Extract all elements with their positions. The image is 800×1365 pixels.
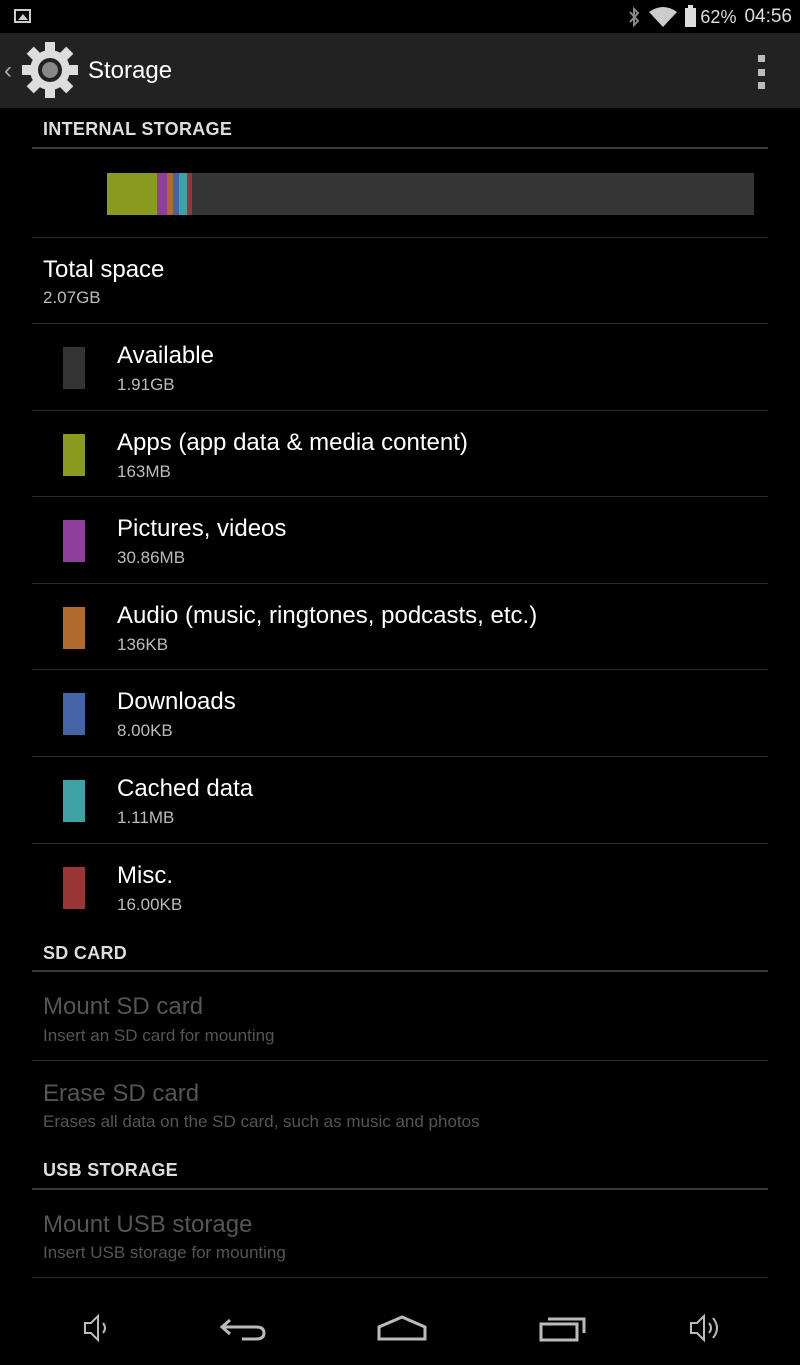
usage-segment-pictures [157,173,168,215]
color-swatch [63,433,85,476]
overflow-dot [758,68,765,76]
color-swatch [63,780,85,822]
settings-gear-icon[interactable] [20,40,80,100]
image-notification-icon [14,9,31,23]
mount-usb-storage-title: Mount USB storage [43,1211,253,1238]
section-divider [32,1188,768,1190]
recent-apps-icon[interactable] [538,1311,588,1345]
storage-item-value: 8.00KB [117,721,173,741]
row-divider [32,409,768,411]
color-swatch [63,520,85,563]
storage-item-title: Misc. [117,861,173,889]
clock: 04:56 [744,6,792,27]
navigation-bar [0,1295,800,1365]
volume-down-icon[interactable] [82,1311,112,1345]
color-swatch [63,866,85,909]
color-swatch [63,606,85,649]
mount-sd-card-summary: Insert an SD card for mounting [43,1026,275,1045]
wifi-icon [649,7,678,27]
page-title: Storage [88,57,173,84]
back-icon[interactable] [218,1311,268,1345]
erase-sd-card-summary: Erases all data on the SD card, such as … [43,1112,480,1131]
row-divider [32,756,768,757]
status-right: 62% 04:56 [627,4,792,30]
row-divider [32,323,768,324]
battery-percentage: 62% [700,6,737,27]
row-divider [32,669,768,671]
row-divider [32,1277,768,1278]
section-divider [32,147,768,149]
status-bar: 62% 04:56 [0,0,800,33]
storage-item-title: Audio (music, ringtones, podcasts, etc.) [117,601,538,629]
storage-item-value: 1.11MB [117,808,175,827]
internal-storage-header: INTERNAL STORAGE [43,119,233,139]
row-divider [32,1060,768,1061]
storage-item-value: 163MB [117,461,171,481]
storage-item-value: 30.86MB [117,548,186,568]
overflow-menu-icon[interactable] [758,55,766,89]
usage-segment-cached [178,173,187,215]
storage-item-title: Downloads [117,688,236,716]
storage-item-value: 1.91GB [117,375,175,394]
total-space-title: Total space [43,256,165,283]
storage-item-title: Cached data [117,775,254,802]
erase-sd-card-title: Erase SD card [43,1080,200,1107]
usage-segment-misc [186,173,193,215]
sd-card-header: SD CARD [43,943,128,963]
storage-item-title: Available [117,342,214,369]
storage-item-value: 136KB [117,634,169,654]
row-divider [32,582,768,584]
total-space-value: 2.07GB [43,288,101,307]
back-chevron-icon[interactable]: ‹ [4,57,12,85]
section-divider [32,970,768,972]
battery-icon [685,4,697,27]
overflow-dot [758,55,765,62]
row-divider [32,237,768,238]
mount-usb-storage-summary: Insert USB storage for mounting [43,1243,286,1262]
volume-up-icon[interactable] [688,1311,724,1345]
storage-item-value: 16.00KB [117,894,183,914]
color-swatch [63,693,85,736]
bluetooth-icon [629,6,640,28]
action-bar: ‹ Storage [0,33,800,108]
row-divider [32,842,768,844]
storage-usage-bar [107,173,754,215]
row-divider [32,496,768,498]
usb-storage-header: USB STORAGE [43,1160,178,1180]
storage-item-title: Apps (app data & media content) [117,428,468,456]
usage-segment-apps [107,173,158,215]
color-swatch [63,347,85,389]
mount-sd-card-title: Mount SD card [43,993,204,1020]
home-icon[interactable] [376,1311,428,1345]
overflow-dot [758,82,765,89]
storage-item-title: Pictures, videos [117,515,287,543]
